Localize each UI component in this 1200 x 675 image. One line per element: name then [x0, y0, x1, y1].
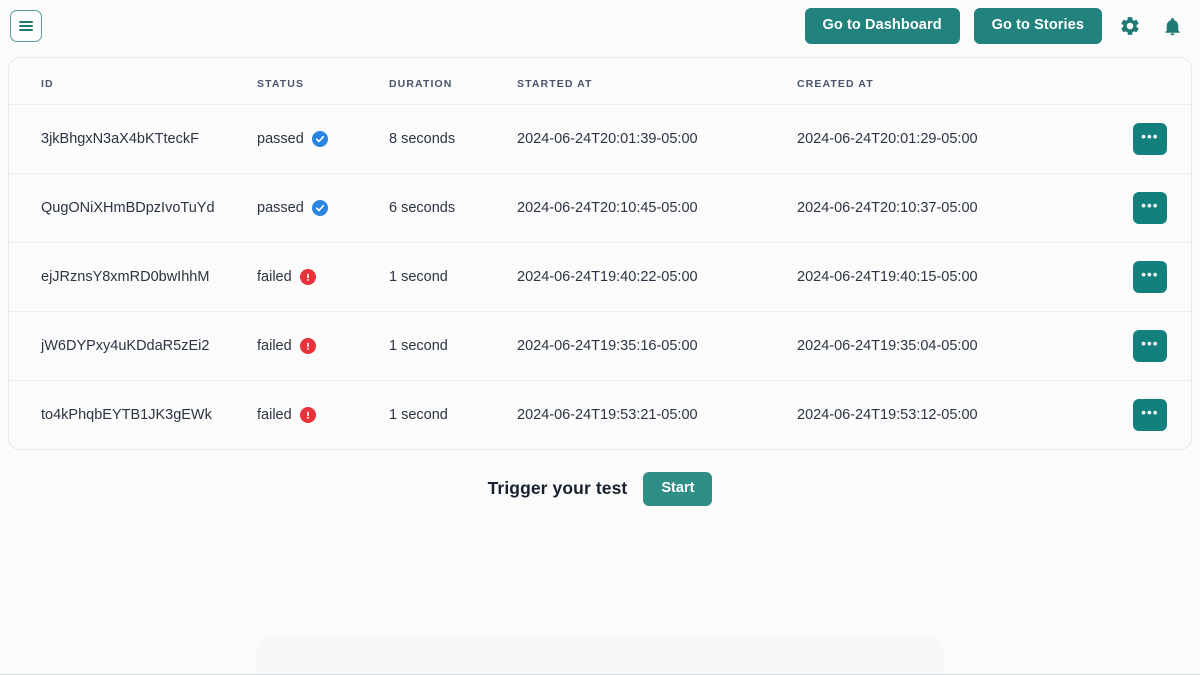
cell-created-at: 2024-06-24T20:01:29-05:00 — [797, 104, 1083, 174]
cell-id: QugONiXHmBDpzIvoTuYd — [9, 173, 257, 243]
cell-actions: ••• — [1083, 311, 1191, 381]
cell-started-at: 2024-06-24T20:10:45-05:00 — [517, 173, 797, 243]
status-badge: failed — [257, 407, 389, 423]
cell-created-at: 2024-06-24T19:40:15-05:00 — [797, 242, 1083, 312]
test-runs-card: ID STATUS DURATION STARTED AT CREATED AT… — [8, 57, 1192, 450]
go-to-dashboard-button[interactable]: Go to Dashboard — [804, 8, 960, 44]
cell-id: 3jkBhgxN3aX4bKTteckF — [9, 104, 257, 174]
cell-actions: ••• — [1083, 104, 1191, 174]
row-actions-button[interactable]: ••• — [1133, 330, 1167, 362]
table-row[interactable]: QugONiXHmBDpzIvoTuYd passed 6 seconds 20… — [9, 173, 1191, 243]
status-badge: passed — [257, 200, 389, 216]
cell-created-at: 2024-06-24T19:53:12-05:00 — [797, 380, 1083, 449]
cell-duration: 1 second — [389, 380, 517, 449]
top-bar: Go to Dashboard Go to Stories — [0, 0, 1200, 52]
column-header-actions — [1083, 58, 1191, 105]
row-actions-button[interactable]: ••• — [1133, 192, 1167, 224]
gear-icon — [1119, 15, 1141, 37]
cell-started-at: 2024-06-24T19:40:22-05:00 — [517, 242, 797, 312]
column-header-id: ID — [9, 58, 257, 105]
table-row[interactable]: jW6DYPxy4uKDdaR5zEi2 failed 1 second 202… — [9, 311, 1191, 381]
table-body: 3jkBhgxN3aX4bKTteckF passed 8 seconds 20… — [9, 104, 1191, 449]
status-badge: failed — [257, 338, 389, 354]
cell-actions: ••• — [1083, 173, 1191, 243]
column-header-duration: DURATION — [389, 58, 517, 105]
hamburger-menu-button[interactable] — [10, 10, 42, 42]
table-row[interactable]: 3jkBhgxN3aX4bKTteckF passed 8 seconds 20… — [9, 104, 1191, 174]
status-label: passed — [257, 131, 304, 147]
cell-status: failed — [257, 242, 389, 312]
bottom-panel — [258, 640, 942, 674]
status-badge: passed — [257, 131, 389, 147]
check-circle-icon — [311, 131, 328, 147]
table-header-row: ID STATUS DURATION STARTED AT CREATED AT — [9, 58, 1191, 105]
cell-id: ejJRznsY8xmRD0bwIhhM — [9, 242, 257, 312]
table-row[interactable]: ejJRznsY8xmRD0bwIhhM failed 1 second 202… — [9, 242, 1191, 312]
cell-created-at: 2024-06-24T20:10:37-05:00 — [797, 173, 1083, 243]
cell-duration: 1 second — [389, 242, 517, 312]
go-to-stories-button[interactable]: Go to Stories — [973, 8, 1102, 44]
cell-status: passed — [257, 173, 389, 243]
start-button[interactable]: Start — [643, 472, 713, 506]
table-header: ID STATUS DURATION STARTED AT CREATED AT — [9, 58, 1191, 105]
cell-id: to4kPhqbEYTB1JK3gEWk — [9, 380, 257, 449]
cell-actions: ••• — [1083, 380, 1191, 449]
cell-duration: 6 seconds — [389, 173, 517, 243]
cell-id: jW6DYPxy4uKDdaR5zEi2 — [9, 311, 257, 381]
app-root: Go to Dashboard Go to Stories ID STATUS … — [0, 0, 1200, 675]
row-actions-button[interactable]: ••• — [1133, 399, 1167, 431]
column-header-started-at: STARTED AT — [517, 58, 797, 105]
cell-duration: 1 second — [389, 311, 517, 381]
row-actions-button[interactable]: ••• — [1133, 261, 1167, 293]
cell-actions: ••• — [1083, 242, 1191, 312]
status-label: failed — [257, 269, 292, 285]
status-label: failed — [257, 338, 292, 354]
trigger-test-label: Trigger your test — [487, 478, 628, 499]
error-circle-icon — [299, 338, 316, 354]
cell-started-at: 2024-06-24T20:01:39-05:00 — [517, 104, 797, 174]
cell-created-at: 2024-06-24T19:35:04-05:00 — [797, 311, 1083, 381]
bell-icon — [1162, 16, 1183, 37]
check-circle-icon — [311, 200, 328, 216]
test-runs-table: ID STATUS DURATION STARTED AT CREATED AT… — [9, 58, 1191, 449]
column-header-created-at: CREATED AT — [797, 58, 1083, 105]
column-header-status: STATUS — [257, 58, 389, 105]
status-label: failed — [257, 407, 292, 423]
status-badge: failed — [257, 269, 389, 285]
cell-started-at: 2024-06-24T19:53:21-05:00 — [517, 380, 797, 449]
cell-status: failed — [257, 311, 389, 381]
cell-duration: 8 seconds — [389, 104, 517, 174]
error-circle-icon — [299, 269, 316, 285]
error-circle-icon — [299, 407, 316, 423]
cell-status: failed — [257, 380, 389, 449]
trigger-test-section: Trigger your test Start — [0, 472, 1200, 506]
row-actions-button[interactable]: ••• — [1133, 123, 1167, 155]
topbar-actions: Go to Dashboard Go to Stories — [804, 8, 1186, 44]
cell-status: passed — [257, 104, 389, 174]
cell-started-at: 2024-06-24T19:35:16-05:00 — [517, 311, 797, 381]
notifications-button[interactable] — [1158, 11, 1186, 41]
settings-button[interactable] — [1116, 11, 1144, 41]
table-row[interactable]: to4kPhqbEYTB1JK3gEWk failed 1 second 202… — [9, 380, 1191, 449]
hamburger-menu-icon — [19, 21, 33, 31]
status-label: passed — [257, 200, 304, 216]
